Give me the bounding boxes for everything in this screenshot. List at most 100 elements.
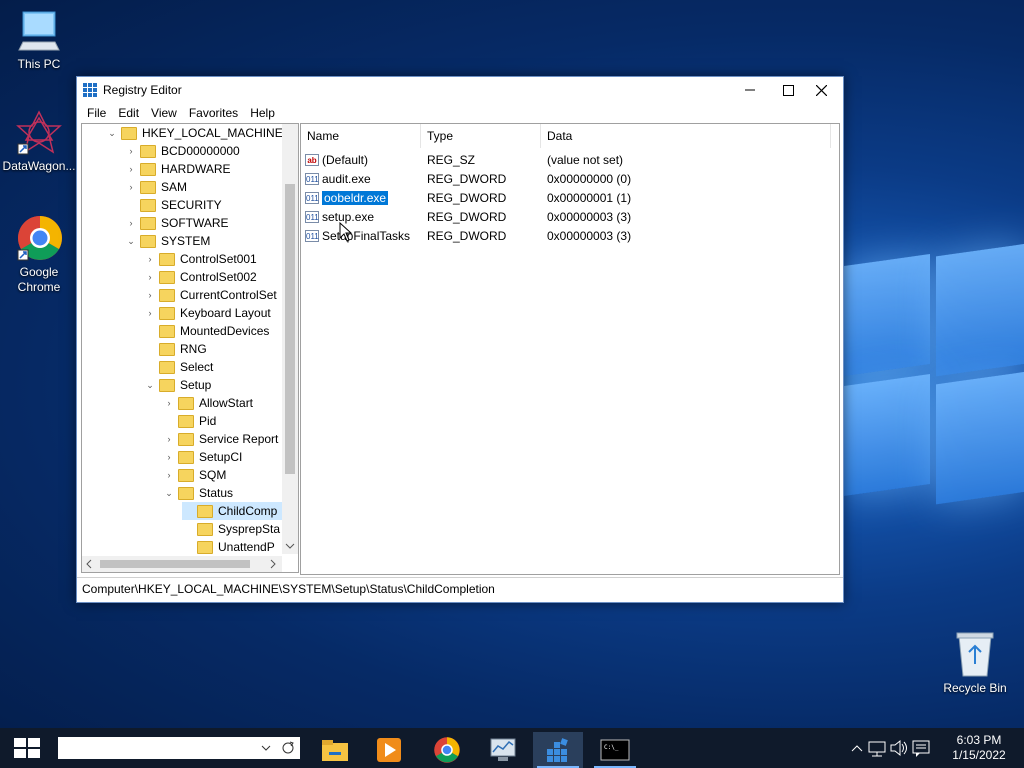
list-item[interactable]: 011 SetupFinalTasks REG_DWORD 0x00000003… [305,226,825,245]
tree-node-allowstart[interactable]: › AllowStart [163,394,254,412]
folder-icon [140,144,156,158]
chevron-right-icon[interactable]: › [125,218,137,228]
chevron-right-icon[interactable]: › [163,452,175,462]
tree-node-currentcontrolset[interactable]: › CurrentControlSet [144,286,277,304]
scrollbar-thumb[interactable] [100,560,250,568]
chevron-right-icon[interactable]: › [144,254,156,264]
tree-node-label: CurrentControlSet [180,288,277,302]
chevron-right-icon[interactable]: › [144,272,156,282]
tree-node-controlset001[interactable]: › ControlSet001 [144,250,257,268]
chevron-right-icon[interactable]: › [163,470,175,480]
close-button[interactable] [805,77,838,103]
chevron-right-icon[interactable]: › [125,146,137,156]
network-icon[interactable] [866,728,888,768]
taskbar-resource-monitor[interactable] [478,732,528,768]
tree-node-security[interactable]: SECURITY [125,196,222,214]
window-title: Registry Editor [103,83,182,97]
notification-icon[interactable] [910,728,932,768]
refresh-icon[interactable] [281,741,295,755]
chevron-down-icon[interactable]: ⌄ [106,128,118,139]
tree-node-label: UnattendP [218,540,275,554]
registry-tree[interactable]: ⌄ HKEY_LOCAL_MACHINE › BCD00000000 › HARDWA… [81,123,299,573]
list-item[interactable]: 011 setup.exe REG_DWORD 0x00000003 (3) [305,207,825,226]
column-header-type[interactable]: Type [421,124,541,148]
tree-node-mounteddevices[interactable]: MountedDevices [144,322,269,340]
tree-node-label: ControlSet001 [180,252,257,266]
tree-node-service-report[interactable]: › Service Report [163,430,279,448]
datawagon-icon [16,110,62,155]
chevron-down-icon[interactable] [282,540,298,554]
registry-editor-window[interactable]: Registry Editor File Edit View Favorites… [76,76,844,603]
taskbar-media-player[interactable] [364,732,414,768]
desktop-icon-recycle-bin[interactable]: Recycle Bin [937,630,1013,696]
tree-node-status[interactable]: ⌄ Status [163,484,233,502]
tree-horizontal-scrollbar[interactable] [82,556,282,572]
taskbar-registry-editor[interactable] [533,732,583,768]
tree-node-unattendpasses[interactable]: UnattendP [182,538,275,556]
value-data: 0x00000003 (3) [547,209,632,224]
desktop-icon-google-chrome[interactable]: Google Chrome [1,214,77,295]
chevron-down-icon[interactable] [260,742,272,754]
tree-node-pid[interactable]: Pid [163,412,216,430]
tree-node-sqm[interactable]: › SQM [163,466,227,484]
tree-node-bcd[interactable]: › BCD00000000 [125,142,240,160]
scrollbar-thumb[interactable] [285,184,295,474]
chevron-right-icon[interactable]: › [144,308,156,318]
list-item[interactable]: 011 audit.exe REG_DWORD 0x00000000 (0) [305,169,825,188]
chevron-left-icon[interactable] [82,556,96,572]
list-item-selected[interactable]: 011 oobeldr.exe REG_DWORD 0x00000001 (1) [305,188,825,207]
tree-node-hklm[interactable]: ⌄ HKEY_LOCAL_MACHINE [106,124,283,142]
list-item[interactable]: ab (Default) REG_SZ (value not set) [305,150,825,169]
menu-favorites[interactable]: Favorites [183,106,244,120]
chevron-down-icon[interactable]: ⌄ [144,380,156,391]
maximize-button[interactable] [772,77,805,103]
chevron-right-icon[interactable]: › [163,434,175,444]
column-header-name[interactable]: Name [301,124,421,148]
desktop-icon-datawagon[interactable]: DataWagon... [1,110,77,174]
start-button[interactable] [14,738,40,758]
title-bar[interactable]: Registry Editor [77,77,843,103]
tree-node-childcompletion[interactable]: ChildComp [182,502,282,520]
chevron-right-icon[interactable] [266,556,280,572]
tree-node-setup[interactable]: ⌄ Setup [144,376,211,394]
tree-node-keyboard-layout[interactable]: › Keyboard Layout [144,304,271,322]
tree-node-label: MountedDevices [180,324,270,338]
tree-node-controlset002[interactable]: › ControlSet002 [144,268,257,286]
taskbar-clock[interactable]: 6:03 PM 1/15/2022 [944,733,1014,763]
minimize-button[interactable] [733,77,766,103]
value-data: 0x00000000 (0) [547,171,632,186]
tree-node-system[interactable]: ⌄ SYSTEM [125,232,210,250]
chevron-right-icon[interactable]: › [144,290,156,300]
chevron-down-icon[interactable]: ⌄ [163,488,175,499]
reg-dword-icon: 011 [305,229,319,242]
taskbar-command-prompt[interactable]: C:\_ [590,732,640,768]
chevron-right-icon[interactable]: › [125,164,137,174]
chevron-up-icon[interactable] [848,728,866,768]
tree-node-sysprepstatus[interactable]: SysprepSta [182,520,280,538]
menu-file[interactable]: File [81,106,112,120]
clock-time: 6:03 PM [956,733,1002,747]
tree-vertical-scrollbar[interactable] [282,124,298,554]
tree-node-software[interactable]: › SOFTWARE [125,214,229,232]
minimize-icon [744,89,755,91]
registry-values-list[interactable]: Name Type Data ab (Default) REG_SZ (valu… [300,123,840,575]
folder-icon [197,522,213,536]
column-header-data[interactable]: Data [541,124,831,148]
tree-node-sam[interactable]: › SAM [125,178,188,196]
volume-icon[interactable] [888,728,910,768]
tree-node-label: Status [199,486,234,500]
tree-node-select[interactable]: Select [144,358,213,376]
taskbar-chrome[interactable] [422,732,472,768]
chevron-right-icon[interactable]: › [163,398,175,408]
tree-node-hardware[interactable]: › HARDWARE [125,160,231,178]
menu-help[interactable]: Help [244,106,281,120]
chevron-right-icon[interactable]: › [125,182,137,192]
tree-node-setupci[interactable]: › SetupCI [163,448,243,466]
menu-edit[interactable]: Edit [112,106,145,120]
menu-view[interactable]: View [145,106,183,120]
taskbar-search-input[interactable] [58,737,300,759]
chevron-down-icon[interactable]: ⌄ [125,236,137,247]
tree-node-rng[interactable]: RNG [144,340,207,358]
taskbar-file-explorer[interactable] [310,732,360,768]
desktop-icon-this-pc[interactable]: This PC [1,8,77,72]
